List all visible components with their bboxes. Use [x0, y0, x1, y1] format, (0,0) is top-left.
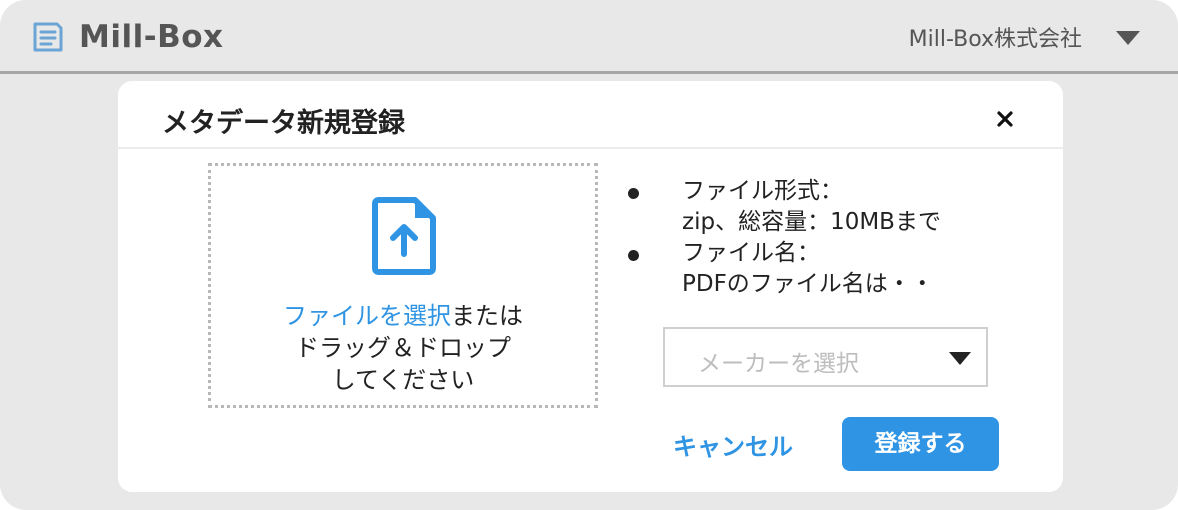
bullet-icon — [628, 250, 639, 261]
dropzone-line-3: してください — [331, 366, 475, 394]
metadata-register-dialog: メタデータ新規登録 ファイルを選択または ドラッグ＆ドロップ してください ファ… — [118, 81, 1063, 492]
app-window: Mill-Box Mill-Box株式会社 メタデータ新規登録 ファイルを選択ま… — [0, 0, 1178, 510]
file-requirements: ファイル形式： zip、総容量：10MBまで ファイル名： PDFのファイル名は… — [628, 176, 1048, 300]
list-item: ファイル形式： zip、総容量：10MBまで — [628, 176, 1048, 238]
dropzone-text: ファイルを選択または ドラッグ＆ドロップ してください — [211, 300, 595, 396]
dropzone-line-1-rest: または — [451, 302, 523, 330]
info-detail: PDFのファイル名は・・ — [682, 271, 934, 297]
logo-text: Mill-Box — [79, 19, 224, 55]
dialog-title: メタデータ新規登録 — [162, 108, 405, 139]
select-file-link[interactable]: ファイルを選択 — [283, 302, 451, 330]
maker-select-placeholder: メーカーを選択 — [698, 351, 859, 377]
info-detail: zip、総容量：10MBまで — [682, 209, 941, 235]
list-item: ファイル名： PDFのファイル名は・・ — [628, 238, 1048, 300]
info-label: ファイル形式： — [682, 178, 843, 204]
dropzone-line-1: ファイルを選択または — [211, 300, 595, 332]
chevron-down-icon — [949, 352, 971, 365]
close-icon[interactable] — [995, 109, 1015, 129]
dropzone-line-2: ドラッグ＆ドロップ — [295, 334, 511, 362]
register-button[interactable]: 登録する — [842, 417, 999, 471]
chevron-down-icon[interactable] — [1116, 31, 1140, 45]
brand-logo[interactable]: Mill-Box — [27, 16, 224, 58]
company-name[interactable]: Mill-Box株式会社 — [909, 21, 1082, 53]
cancel-button[interactable]: キャンセル — [673, 427, 793, 462]
bullet-icon — [628, 188, 639, 199]
top-header: Mill-Box Mill-Box株式会社 — [0, 0, 1178, 74]
file-dropzone[interactable]: ファイルを選択または ドラッグ＆ドロップ してください — [208, 163, 598, 408]
dialog-header: メタデータ新規登録 — [118, 81, 1063, 149]
file-upload-icon — [372, 197, 436, 275]
info-label: ファイル名： — [682, 240, 820, 266]
mill-box-logo-icon — [33, 22, 63, 52]
maker-select[interactable]: メーカーを選択 — [663, 327, 988, 387]
